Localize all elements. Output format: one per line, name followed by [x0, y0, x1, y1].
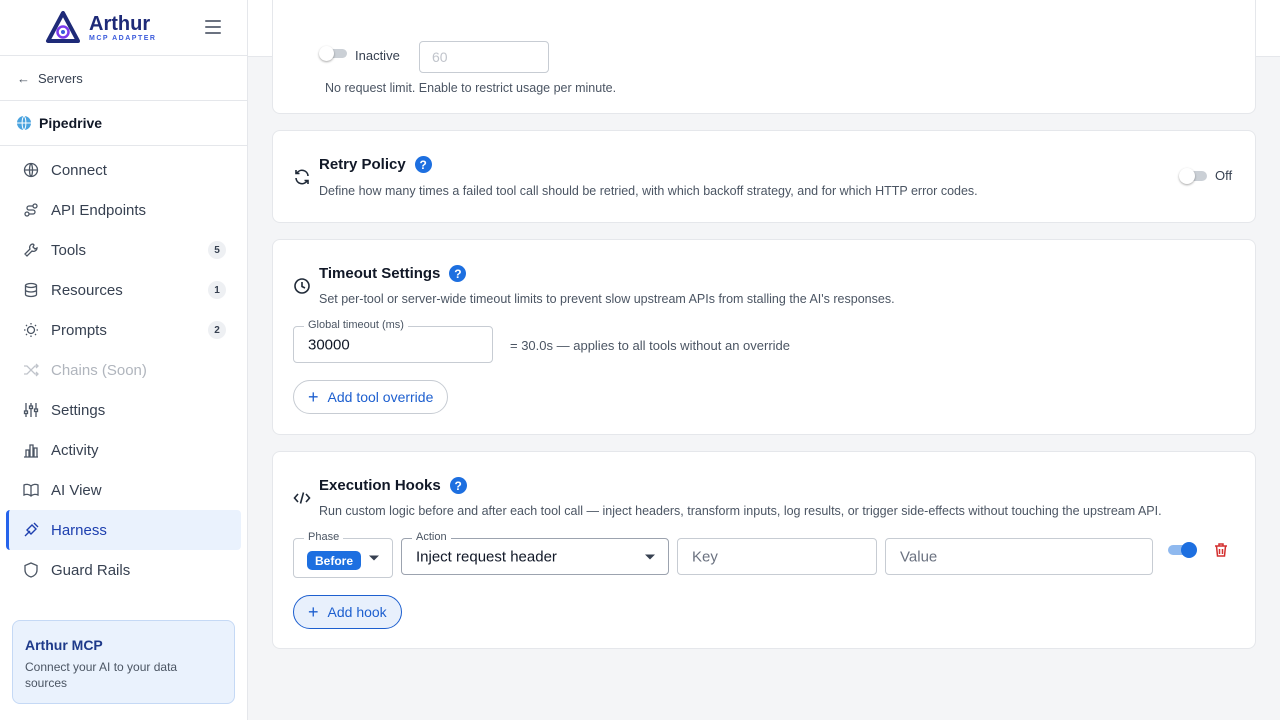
- help-icon[interactable]: ?: [414, 156, 432, 173]
- rate-limit-input[interactable]: 60: [419, 41, 549, 73]
- sidebar-item-label: API Endpoints: [51, 201, 147, 219]
- sidebar-item-label: Activity: [51, 441, 99, 459]
- trash-icon[interactable]: [1213, 542, 1229, 558]
- sidebar-item-label: Harness: [51, 521, 107, 539]
- logo-subtitle: MCP ADAPTER: [89, 34, 157, 42]
- sidebar-item-activity[interactable]: Activity: [6, 430, 241, 470]
- timeout-settings-description: Set per-tool or server-wide timeout limi…: [319, 292, 895, 306]
- shuffle-icon: [22, 361, 40, 379]
- execution-hooks-card: Execution Hooks ? Run custom logic befor…: [272, 451, 1256, 649]
- sliders-icon: [22, 401, 40, 419]
- plug-icon: [22, 201, 40, 219]
- lightbulb-icon: [22, 321, 40, 339]
- sidebar-item-label: Settings: [51, 401, 106, 419]
- timeout-note: = 30.0s — applies to all tools without a…: [510, 338, 791, 353]
- retry-policy-switch-label: Off: [1215, 168, 1233, 183]
- wrench-icon: [22, 241, 40, 259]
- help-icon[interactable]: ?: [449, 477, 467, 494]
- logo-row: Arthur MCP ADAPTER: [0, 0, 247, 56]
- shield-icon: [22, 561, 40, 579]
- sidebar-item-chains: Chains (Soon): [6, 350, 241, 390]
- sidebar-item-api-endpoints[interactable]: API Endpoints: [6, 190, 241, 230]
- sidebar-item-label: Tools: [51, 241, 87, 259]
- value-placeholder: Value: [900, 548, 938, 565]
- arrow-left-icon: ←: [17, 70, 30, 86]
- help-icon[interactable]: ?: [449, 265, 467, 282]
- execution-hooks-description: Run custom logic before and after each t…: [319, 504, 1162, 518]
- plus-icon: +: [308, 602, 319, 622]
- globe-icon: [22, 161, 40, 179]
- sidebar-nav: Connect API Endpoints Tools 5 Resources …: [0, 146, 247, 590]
- sidebar-item-label: Guard Rails: [51, 561, 131, 579]
- rate-limit-description: No request limit. Enable to restrict usa…: [325, 81, 617, 95]
- phase-select[interactable]: Phase Before: [293, 531, 393, 578]
- hook-enabled-switch[interactable]: [1168, 542, 1198, 558]
- action-label: Action: [412, 531, 451, 543]
- globe-color-icon: [17, 115, 31, 131]
- book-icon: [22, 481, 40, 499]
- prompts-count-badge: 2: [208, 321, 226, 339]
- sidebar-item-prompts[interactable]: Prompts 2: [6, 310, 241, 350]
- hook-key-input[interactable]: Key: [677, 538, 877, 575]
- timeout-settings-title: Timeout Settings: [319, 265, 441, 282]
- rate-limit-card: Inactive 60 No request limit. Enable to …: [272, 0, 1256, 114]
- key-placeholder: Key: [692, 548, 718, 565]
- sidebar-item-label: Chains (Soon): [51, 361, 147, 379]
- global-timeout-field[interactable]: Global timeout (ms) 30000: [293, 319, 493, 363]
- bar-chart-icon: [22, 441, 40, 459]
- back-to-servers-link[interactable]: ← Servers: [0, 56, 247, 101]
- sidebar-item-tools[interactable]: Tools 5: [6, 230, 241, 270]
- global-timeout-label: Global timeout (ms): [304, 319, 408, 331]
- chevron-down-icon: [369, 555, 379, 561]
- sidebar-item-label: Connect: [51, 161, 107, 179]
- sidebar-item-label: Prompts: [51, 321, 107, 339]
- rate-limit-toggle[interactable]: [319, 46, 349, 61]
- retry-policy-description: Define how many times a failed tool call…: [319, 184, 978, 198]
- sidebar: Arthur MCP ADAPTER ← Servers Pipedrive C…: [0, 0, 248, 720]
- retry-policy-switch[interactable]: [1179, 168, 1209, 184]
- sidebar-item-label: Resources: [51, 281, 123, 299]
- sidebar-item-connect[interactable]: Connect: [6, 150, 241, 190]
- plus-icon: +: [308, 387, 319, 407]
- logo-title: Arthur: [89, 12, 151, 35]
- arthur-logo-icon: [46, 10, 80, 43]
- add-tool-override-button[interactable]: + Add tool override: [293, 380, 449, 414]
- action-value: Inject request header: [416, 548, 557, 565]
- menu-toggle-icon[interactable]: [205, 20, 221, 34]
- database-icon: [22, 281, 40, 299]
- timeout-settings-card: Timeout Settings ? Set per-tool or serve…: [272, 239, 1256, 435]
- clock-icon: [294, 278, 310, 294]
- hook-value-input[interactable]: Value: [885, 538, 1153, 575]
- phase-label: Phase: [304, 531, 344, 543]
- phase-chip: Before: [307, 551, 362, 570]
- tools-count-badge: 5: [208, 241, 226, 259]
- promo-text: Connect your AI to your data sources: [25, 660, 178, 690]
- sidebar-item-harness[interactable]: Harness: [6, 510, 241, 550]
- promo-card: Arthur MCP Connect your AI to your data …: [12, 620, 235, 704]
- action-select[interactable]: Action Inject request header: [401, 531, 669, 575]
- global-timeout-value: 30000: [308, 336, 350, 353]
- add-hook-button[interactable]: + Add hook: [293, 595, 402, 629]
- sidebar-item-ai-view[interactable]: AI View: [6, 470, 241, 510]
- execution-hooks-title: Execution Hooks: [319, 477, 441, 494]
- add-hook-label: Add hook: [327, 604, 387, 620]
- promo-title: Arthur MCP: [25, 637, 103, 653]
- server-header: Pipedrive: [0, 101, 247, 146]
- add-tool-override-label: Add tool override: [327, 389, 434, 405]
- rate-limit-status: Inactive: [355, 48, 400, 63]
- sidebar-item-resources[interactable]: Resources 1: [6, 270, 241, 310]
- resources-count-badge: 1: [208, 281, 226, 299]
- sidebar-item-settings[interactable]: Settings: [6, 390, 241, 430]
- back-label: Servers: [38, 70, 83, 86]
- server-name: Pipedrive: [39, 115, 103, 131]
- refresh-icon: [295, 169, 309, 185]
- retry-policy-card: Retry Policy ? Define how many times a f…: [272, 130, 1256, 223]
- harness-icon: [22, 521, 40, 539]
- retry-policy-title: Retry Policy: [319, 156, 406, 173]
- chevron-down-icon: [645, 554, 655, 559]
- sidebar-item-label: AI View: [51, 481, 102, 499]
- sidebar-item-guard-rails[interactable]: Guard Rails: [6, 550, 241, 590]
- code-icon: [293, 492, 311, 504]
